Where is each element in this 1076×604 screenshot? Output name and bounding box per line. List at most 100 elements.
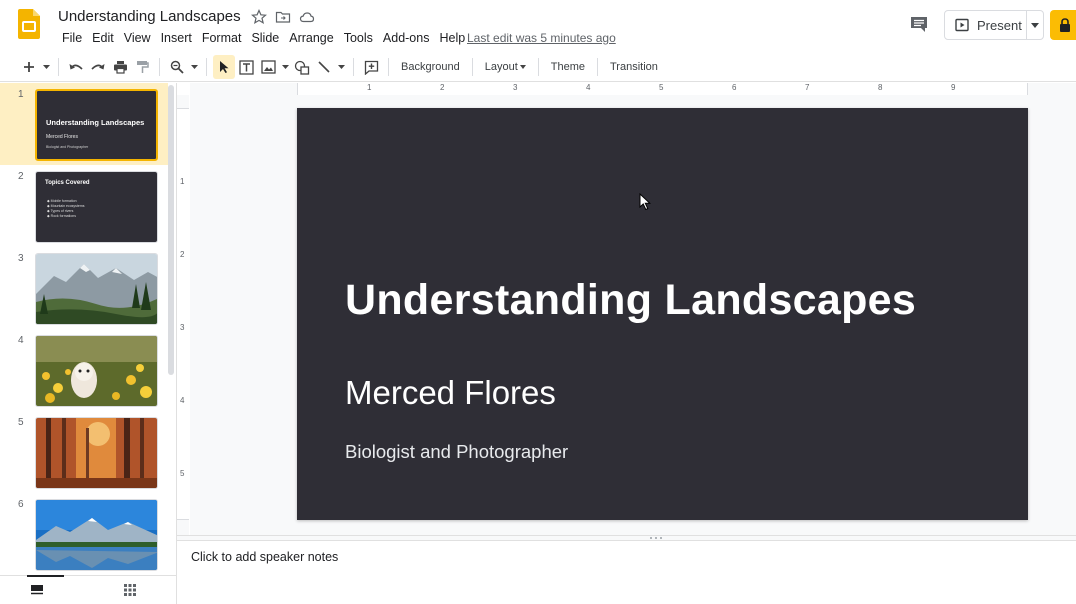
menu-help[interactable]: Help [434,31,470,45]
ruler-mark: 5 [180,469,185,478]
slide-thumbnail[interactable]: Understanding Landscapes Merced Flores B… [35,89,158,161]
filmstrip-scrollbar[interactable] [168,85,174,375]
chevron-down-icon [337,65,345,69]
horizontal-ruler[interactable]: 1 2 3 4 5 6 7 8 9 [190,83,1076,95]
star-icon[interactable] [251,9,267,25]
filmstrip-slide-3[interactable]: 3 [0,247,168,329]
thumbnail-title: Topics Covered [45,180,90,186]
chevron-down-icon [281,65,289,69]
shape-button[interactable] [291,55,313,79]
lock-icon [1060,18,1070,32]
slide-thumbnail[interactable]: Topics Covered ◆ Mobile formation ◆ Moun… [35,171,158,243]
thumbnail-background: Understanding Landscapes Merced Flores B… [37,91,156,159]
slide-number: 1 [18,89,24,100]
menu-slide[interactable]: Slide [246,31,284,45]
grid-view-icon[interactable] [124,584,136,596]
line-dropdown[interactable] [335,55,347,79]
menu-insert[interactable]: Insert [156,31,197,45]
toolbar-divider [597,58,598,76]
document-title[interactable]: Understanding Landscapes [58,8,241,25]
forest-photo [36,418,157,488]
line-button[interactable] [313,55,335,79]
insert-image-button[interactable] [257,55,279,79]
lake-photo [36,500,157,570]
speaker-notes-panel[interactable]: Click to add speaker notes [177,541,1076,604]
menu-file[interactable]: File [57,31,87,45]
toolbar-divider [353,58,354,76]
bullet-text: Mobile formation [50,199,77,203]
select-tool-button[interactable] [213,55,235,79]
transition-button[interactable]: Transition [604,55,664,79]
shape-icon [294,60,310,75]
slide-number: 5 [18,417,24,428]
menu-arrange[interactable]: Arrange [284,31,338,45]
paint-format-button[interactable] [131,55,153,79]
redo-icon [91,64,105,70]
paint-format-icon [136,61,149,73]
ruler-page-area [177,108,189,520]
last-edit-link[interactable]: Last edit was 5 minutes ago [467,31,616,45]
move-folder-icon[interactable] [275,9,291,25]
vertical-ruler[interactable]: 1 2 3 4 5 [177,95,189,535]
filmstrip-slide-4[interactable]: 4 [0,329,168,411]
add-comment-icon [364,60,378,75]
filmstrip-view-icon[interactable] [30,584,44,596]
speaker-notes-placeholder[interactable]: Click to add speaker notes [191,550,338,564]
slide-number: 4 [18,335,24,346]
cloud-status-icon[interactable] [299,9,315,25]
print-icon [113,61,127,74]
present-button[interactable]: Present [945,11,1027,39]
layout-button[interactable]: Layout [479,55,532,79]
slide-subtitle[interactable]: Merced Flores [345,374,556,412]
slide-thumbnail[interactable] [35,499,158,571]
zoom-button[interactable] [166,55,188,79]
undo-icon [69,64,83,70]
image-dropdown[interactable] [279,55,291,79]
filmstrip-slide-2[interactable]: 2 Topics Covered ◆ Mobile formation ◆ Mo… [0,165,168,247]
slide-body-text[interactable]: Biologist and Photographer [345,441,568,463]
new-slide-layout-dropdown[interactable] [40,55,52,79]
add-comment-button[interactable] [360,55,382,79]
background-button[interactable]: Background [395,55,466,79]
slide-thumbnail[interactable] [35,417,158,489]
filmstrip-slide-6[interactable]: 6 [0,493,168,575]
chevron-down-icon [1031,22,1039,28]
owl-photo [36,336,157,406]
redo-button[interactable] [87,55,109,79]
menu-view[interactable]: View [119,31,156,45]
text-box-button[interactable] [235,55,257,79]
current-slide[interactable]: Understanding Landscapes Merced Flores B… [297,108,1028,520]
zoom-dropdown[interactable] [188,55,200,79]
menu-tools[interactable]: Tools [339,31,378,45]
present-button-group: Present [944,10,1044,40]
share-button[interactable] [1050,10,1076,40]
toolbar-divider [388,58,389,76]
present-options-button[interactable] [1027,22,1043,28]
new-slide-button[interactable] [18,55,40,79]
ruler-mark: 9 [951,83,956,92]
menu-format[interactable]: Format [197,31,247,45]
filmstrip-slide-5[interactable]: 5 [0,411,168,493]
thumbnail-body: Biologist and Photographer [46,145,89,149]
slide-filmstrip[interactable]: 1 Understanding Landscapes Merced Flores… [0,83,177,604]
slides-logo-icon[interactable] [18,9,40,39]
drag-handle-icon[interactable] [648,536,664,540]
comment-history-icon[interactable] [906,12,932,36]
thumbnail-subtitle: Merced Flores [46,134,78,140]
slide-title[interactable]: Understanding Landscapes [345,276,916,325]
menu-edit[interactable]: Edit [87,31,119,45]
bullet-text: Mountain ecosystems [50,204,85,208]
toolbar-divider [537,58,539,76]
print-button[interactable] [109,55,131,79]
present-label: Present [977,17,1022,33]
theme-button[interactable]: Theme [545,55,591,79]
filmstrip-slide-1[interactable]: 1 Understanding Landscapes Merced Flores… [0,83,168,165]
chevron-down-icon [519,65,526,69]
menu-add-ons[interactable]: Add-ons [378,31,435,45]
image-icon [260,60,276,74]
ruler-mark: 4 [180,396,185,405]
slide-thumbnail[interactable] [35,253,158,325]
slide-number: 2 [18,171,24,182]
undo-button[interactable] [65,55,87,79]
slide-thumbnail[interactable] [35,335,158,407]
